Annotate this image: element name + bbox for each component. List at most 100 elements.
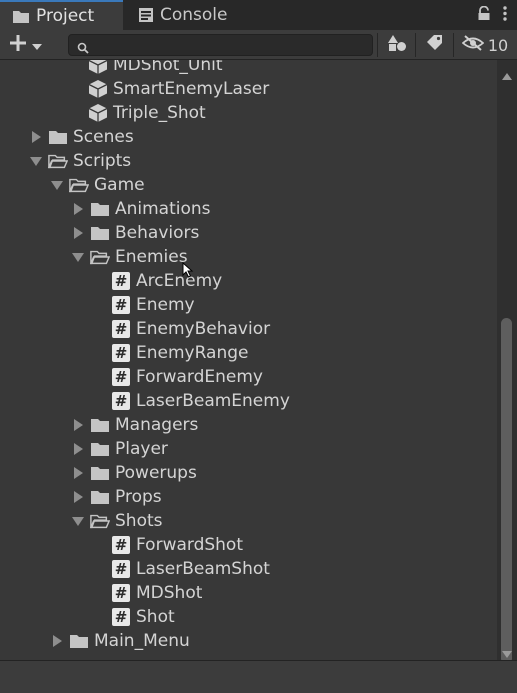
- script-row[interactable]: # LaserBeamEnemy: [0, 389, 497, 413]
- tree-item-label: Managers: [115, 415, 199, 435]
- expand-arrow-down-icon[interactable]: [51, 179, 63, 191]
- folder-row[interactable]: Props: [0, 485, 497, 509]
- expand-arrow-right-icon[interactable]: [72, 227, 84, 239]
- tree-item-label: ForwardShot: [136, 535, 243, 555]
- folder-icon: [90, 200, 110, 218]
- script-row[interactable]: # MDShot: [0, 581, 497, 605]
- chevron-down-icon: [32, 36, 42, 55]
- search-icon: [77, 39, 89, 58]
- folder-row[interactable]: Game: [0, 173, 497, 197]
- mouse-cursor-icon: [182, 261, 194, 282]
- expand-arrow-right-icon[interactable]: [72, 419, 84, 431]
- csharp-script-icon: #: [112, 368, 130, 386]
- tree-item-label: Game: [94, 175, 145, 195]
- expand-arrow-down-icon[interactable]: [72, 251, 84, 263]
- csharp-script-icon: #: [112, 320, 130, 338]
- prefab-row[interactable]: SmartEnemyLaser: [0, 77, 497, 101]
- folder-row[interactable]: Powerups: [0, 461, 497, 485]
- console-icon: [138, 7, 154, 23]
- vertical-scrollbar[interactable]: [497, 60, 517, 664]
- tree-item-label: Animations: [115, 199, 211, 219]
- tab-project-label: Project: [36, 6, 95, 26]
- expand-arrow-down-icon[interactable]: [72, 515, 84, 527]
- script-row[interactable]: # ArcEnemy: [0, 269, 497, 293]
- folder-row[interactable]: Player: [0, 437, 497, 461]
- expand-arrow-right-icon[interactable]: [51, 635, 63, 647]
- csharp-script-icon: #: [112, 272, 130, 290]
- folder-row[interactable]: Behaviors: [0, 221, 497, 245]
- script-row[interactable]: # EnemyRange: [0, 341, 497, 365]
- tree-item-label: Player: [115, 439, 168, 459]
- folder-row[interactable]: Scenes: [0, 125, 497, 149]
- folder-icon: [90, 488, 110, 506]
- expand-arrow-right-icon[interactable]: [72, 467, 84, 479]
- tree-item-label: LaserBeamShot: [136, 559, 270, 579]
- hidden-count: 10: [487, 35, 509, 55]
- tree-item-label: Enemies: [115, 247, 188, 267]
- script-row[interactable]: # ForwardShot: [0, 533, 497, 557]
- folder-row[interactable]: Scripts: [0, 149, 497, 173]
- folder-open-icon: [69, 176, 89, 194]
- hidden-packages-toggle[interactable]: 10: [458, 32, 512, 58]
- folder-row[interactable]: Shots: [0, 509, 497, 533]
- filter-by-type-button[interactable]: [382, 32, 412, 58]
- add-button[interactable]: [8, 34, 42, 56]
- prefab-cube-icon: [88, 80, 108, 98]
- scrollbar-thumb[interactable]: [501, 318, 512, 664]
- eye-slash-icon: [461, 35, 485, 55]
- project-tree: MDShot_Unit SmartEnemyLaser Triple_Shot Sce…: [0, 60, 497, 660]
- scroll-up-icon[interactable]: [502, 65, 512, 84]
- tree-item-label: Main_Menu: [94, 631, 190, 651]
- expand-arrow-right-icon[interactable]: [72, 491, 84, 503]
- tab-console[interactable]: Console: [128, 0, 253, 30]
- search-field[interactable]: [68, 34, 373, 56]
- expand-arrow-right-icon[interactable]: [72, 203, 84, 215]
- kebab-menu-icon[interactable]: [503, 5, 507, 25]
- folder-row[interactable]: Enemies: [0, 245, 497, 269]
- tree-item-label: MDShot_Unit: [113, 60, 223, 75]
- tree-item-label: Props: [115, 487, 162, 507]
- tag-icon: [425, 34, 443, 56]
- expand-arrow-down-icon[interactable]: [30, 155, 42, 167]
- folder-icon: [48, 128, 68, 146]
- lock-icon[interactable]: [477, 5, 491, 25]
- tab-tools: [477, 0, 507, 30]
- tree-item-label: Behaviors: [115, 223, 200, 243]
- csharp-script-icon: #: [112, 392, 130, 410]
- script-row[interactable]: # LaserBeamShot: [0, 557, 497, 581]
- folder-icon: [90, 224, 110, 242]
- script-row[interactable]: # EnemyBehavior: [0, 317, 497, 341]
- expand-arrow-right-icon[interactable]: [30, 131, 42, 143]
- prefab-cube-icon: [88, 104, 108, 122]
- plus-icon: [8, 33, 28, 57]
- tab-console-label: Console: [160, 5, 228, 25]
- folder-icon: [90, 464, 110, 482]
- csharp-script-icon: #: [112, 536, 130, 554]
- expand-arrow-right-icon[interactable]: [72, 443, 84, 455]
- script-row[interactable]: # Enemy: [0, 293, 497, 317]
- toolbar-divider: [415, 33, 416, 57]
- csharp-script-icon: #: [112, 608, 130, 626]
- project-toolbar: 10: [0, 30, 517, 60]
- tree-item-label: EnemyRange: [136, 343, 249, 363]
- prefab-row[interactable]: Triple_Shot: [0, 101, 497, 125]
- folder-open-icon: [90, 248, 110, 266]
- csharp-script-icon: #: [112, 296, 130, 314]
- tree-item-label: ArcEnemy: [136, 271, 223, 291]
- tree-item-label: LaserBeamEnemy: [136, 391, 290, 411]
- script-row[interactable]: # ForwardEnemy: [0, 365, 497, 389]
- script-row[interactable]: # Shot: [0, 605, 497, 629]
- tab-project[interactable]: Project: [0, 0, 123, 30]
- folder-row[interactable]: Main_Menu: [0, 629, 497, 653]
- tree-item-label: Enemy: [136, 295, 195, 315]
- folder-row[interactable]: Managers: [0, 413, 497, 437]
- csharp-script-icon: #: [112, 584, 130, 602]
- folder-icon: [90, 440, 110, 458]
- csharp-script-icon: #: [112, 344, 130, 362]
- folder-icon: [12, 9, 30, 24]
- folder-row[interactable]: Animations: [0, 197, 497, 221]
- search-input[interactable]: [93, 36, 367, 56]
- tree-item-label: Scripts: [73, 151, 132, 171]
- prefab-row[interactable]: MDShot_Unit: [0, 60, 497, 77]
- filter-by-label-button[interactable]: [419, 32, 449, 58]
